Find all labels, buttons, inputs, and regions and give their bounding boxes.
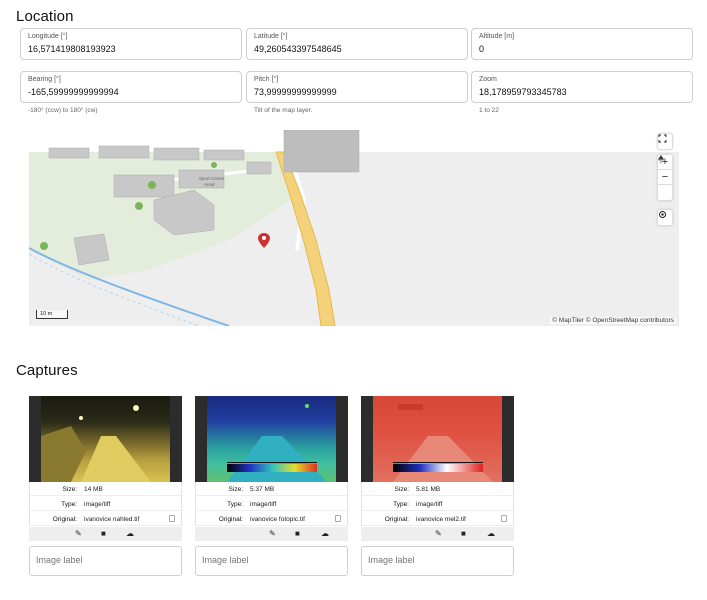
image-label-input[interactable] [202, 555, 342, 565]
type-row: Type: image/tiff [30, 497, 183, 511]
image-label-field[interactable] [29, 546, 182, 576]
capture-actions: ✎ ■ ☁ [361, 527, 514, 541]
pitch-hint: Tilt of the map layer. [254, 107, 313, 114]
capture-card: Size: 5.81 MB Type: image/tiff Original:… [361, 396, 515, 546]
size-row: Size: 5.37 MB [196, 482, 349, 496]
zoom-label: Zoom [479, 76, 497, 83]
type-row: Type: image/tiff [362, 497, 515, 511]
download-icon[interactable]: ☁ [321, 529, 329, 538]
map-view[interactable]: Sport Center Areal + − 10 m © MapTiler ©… [29, 130, 679, 326]
original-row: Original: ivanovice fotopic.tif [196, 512, 349, 526]
fullscreen-control[interactable] [657, 133, 673, 150]
size-key: Size: [394, 486, 409, 493]
capture-thumbnail[interactable] [29, 396, 182, 482]
latitude-label: Latitude [°] [254, 33, 288, 40]
copy-icon[interactable] [335, 515, 341, 522]
copy-icon[interactable] [169, 515, 175, 522]
capture-metadata: Size: 14 MB Type: image/tiff Original: i… [29, 482, 183, 526]
map-place-label-2: Areal [204, 182, 215, 187]
bearing-field[interactable]: Bearing [°] -165,59999999999994 [20, 71, 242, 103]
download-icon[interactable]: ☁ [487, 529, 495, 538]
map-canvas[interactable] [29, 130, 679, 326]
capture-actions: ✎ ■ ☁ [29, 527, 182, 541]
original-row: Original: ivanovice nahled.tif [30, 512, 183, 526]
crosshair-icon[interactable] [658, 210, 672, 225]
size-key: Size: [62, 486, 77, 493]
delete-icon[interactable]: ■ [461, 529, 466, 538]
download-icon[interactable]: ☁ [126, 529, 134, 538]
original-key: Original: [384, 516, 409, 523]
edit-icon[interactable]: ✎ [269, 529, 276, 538]
latitude-field[interactable]: Latitude [°] 49,260543397548645 [246, 28, 468, 60]
compass-icon[interactable] [658, 155, 672, 200]
type-key: Type: [227, 501, 243, 508]
altitude-value[interactable]: 0 [479, 44, 484, 54]
type-value: image/tiff [84, 501, 111, 508]
location-heading: Location [16, 8, 74, 25]
capture-metadata: Size: 5.37 MB Type: image/tiff Original:… [195, 482, 349, 526]
capture-metadata: Size: 5.81 MB Type: image/tiff Original:… [361, 482, 515, 526]
original-value: ivanovice fotopic.tif [250, 516, 305, 523]
map-scale: 10 m [36, 310, 68, 319]
copy-icon[interactable] [501, 515, 507, 522]
image-label-input[interactable] [36, 555, 176, 565]
bearing-label: Bearing [°] [28, 76, 61, 83]
bearing-hint: -180° (ccw) to 180° (cw) [28, 107, 98, 114]
image-label-input[interactable] [368, 555, 508, 565]
type-value: image/tiff [250, 501, 277, 508]
capture-card: Size: 14 MB Type: image/tiff Original: i… [29, 396, 183, 546]
map-place-label: Sport Center [199, 176, 225, 181]
size-value: 14 MB [84, 486, 103, 493]
image-label-field[interactable] [361, 546, 514, 576]
capture-actions: ✎ ■ ☁ [195, 527, 348, 541]
longitude-field[interactable]: Longitude [°] 16,571419808193923 [20, 28, 242, 60]
size-value: 5.37 MB [250, 486, 275, 493]
captures-heading: Captures [16, 362, 78, 379]
original-row: Original: ivanovice mel2.tif [362, 512, 515, 526]
edit-icon[interactable]: ✎ [435, 529, 442, 538]
latitude-value[interactable]: 49,260543397548645 [254, 44, 342, 54]
altitude-label: Altitude [m] [479, 33, 515, 40]
type-key: Type: [393, 501, 409, 508]
map-attribution[interactable]: © MapTiler © OpenStreetMap contributors [550, 317, 676, 324]
zoom-value[interactable]: 18,178959793345783 [479, 87, 567, 97]
pitch-field[interactable]: Pitch [°] 73,99999999999999 [246, 71, 468, 103]
original-value: ivanovice nahled.tif [84, 516, 140, 523]
original-value: ivanovice mel2.tif [416, 516, 466, 523]
pitch-value[interactable]: 73,99999999999999 [254, 87, 337, 97]
original-key: Original: [218, 516, 243, 523]
zoom-out-button[interactable]: − [658, 170, 672, 185]
bearing-value[interactable]: -165,59999999999994 [28, 87, 119, 97]
image-label-field[interactable] [195, 546, 348, 576]
size-row: Size: 5.81 MB [362, 482, 515, 496]
size-value: 5.81 MB [416, 486, 441, 493]
type-value: image/tiff [416, 501, 443, 508]
capture-thumbnail[interactable] [361, 396, 514, 482]
delete-icon[interactable]: ■ [101, 529, 106, 538]
geolocate-control[interactable] [657, 209, 673, 226]
fullscreen-icon[interactable] [658, 134, 672, 149]
type-row: Type: image/tiff [196, 497, 349, 511]
altitude-field[interactable]: Altitude [m] 0 [471, 28, 693, 60]
size-key: Size: [228, 486, 243, 493]
capture-thumbnail[interactable] [195, 396, 348, 482]
longitude-value[interactable]: 16,571419808193923 [28, 44, 116, 54]
longitude-label: Longitude [°] [28, 33, 68, 40]
zoom-field[interactable]: Zoom 18,178959793345783 [471, 71, 693, 103]
size-row: Size: 14 MB [30, 482, 183, 496]
original-key: Original: [52, 516, 77, 523]
edit-icon[interactable]: ✎ [75, 529, 82, 538]
capture-card: Size: 5.37 MB Type: image/tiff Original:… [195, 396, 349, 546]
pitch-label: Pitch [°] [254, 76, 279, 83]
zoom-controls[interactable]: + − [657, 154, 673, 201]
zoom-hint: 1 to 22 [479, 107, 499, 114]
delete-icon[interactable]: ■ [295, 529, 300, 538]
type-key: Type: [61, 501, 77, 508]
